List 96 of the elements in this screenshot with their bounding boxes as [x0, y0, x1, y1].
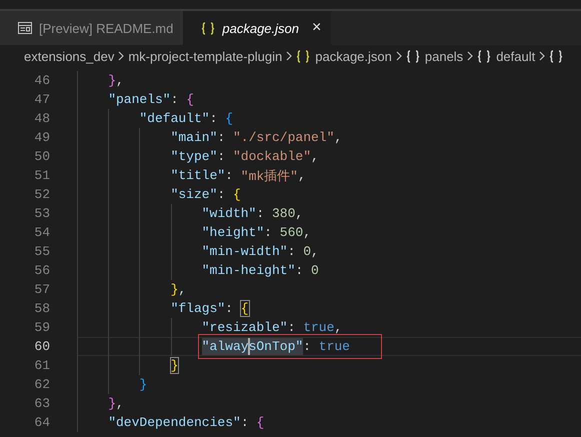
bracket: {: [232, 187, 241, 202]
code-token: true: [318, 339, 350, 354]
breadcrumb-item[interactable]: default: [496, 48, 536, 64]
code-token: "min-height": [202, 263, 296, 278]
line-number: 56: [33, 263, 50, 278]
line-number: 46: [33, 73, 50, 88]
code-token: :: [217, 149, 226, 164]
code-token: "main": [170, 130, 218, 145]
code-token: ,: [116, 396, 124, 411]
code-token: "devDependencies": [108, 415, 241, 430]
braces-icon: [549, 50, 564, 62]
code-token: "panels": [108, 92, 171, 107]
code-token: "default": [139, 111, 210, 126]
line-number: 47: [33, 92, 50, 107]
code-token: ,: [178, 282, 186, 297]
editor-tab[interactable]: [Preview] README.md: [0, 11, 184, 45]
breadcrumb-item[interactable]: panels: [424, 48, 464, 64]
bracket: }: [170, 358, 178, 373]
braces-icon: [477, 50, 492, 62]
line-number: 57: [33, 282, 50, 297]
code-token: "./src/panel": [232, 130, 334, 145]
line-number: 64: [33, 415, 50, 430]
code-token: :: [217, 187, 226, 202]
code-token: ,: [311, 149, 319, 164]
close-icon[interactable]: ×: [312, 19, 322, 37]
code-token: :: [170, 92, 180, 107]
code-token: 560: [280, 225, 304, 240]
line-number: 51: [33, 168, 50, 183]
bracket: }: [108, 73, 116, 88]
code-token: ,: [311, 244, 319, 259]
code-token: :: [225, 168, 234, 183]
code-token: ,: [295, 206, 304, 221]
bracket: {: [240, 301, 249, 316]
chevron-icon: [118, 51, 124, 61]
code-token: "width": [202, 206, 256, 221]
chevron-icon: [396, 51, 402, 61]
code-token: :: [217, 130, 226, 145]
bracket: {: [225, 111, 234, 126]
bracket: {: [256, 415, 264, 430]
line-number: 50: [33, 149, 50, 164]
line-number: 61: [33, 358, 50, 373]
code-token: :: [210, 111, 218, 126]
tab-label: [Preview] README.md: [39, 20, 174, 36]
code-token: :: [288, 244, 296, 259]
line-number: 49: [33, 130, 50, 145]
code-token: :: [295, 263, 304, 278]
braces-icon: [406, 50, 420, 62]
code-token: 0: [303, 244, 311, 259]
breadcrumb-item[interactable]: extensions_dev: [24, 48, 114, 64]
line-number: 63: [33, 396, 50, 411]
preview-icon: [18, 22, 32, 34]
line-number: 58: [33, 301, 50, 316]
code-token: "flags": [170, 301, 226, 316]
code-token: "min-width": [202, 244, 288, 259]
code-token: ,: [116, 73, 124, 88]
code-token: "type": [170, 149, 218, 164]
code-token: 0: [310, 263, 319, 278]
code-token: "title": [170, 168, 226, 183]
editor-tab[interactable]: package.json ×: [183, 11, 332, 45]
code-token: :: [288, 320, 296, 335]
code-token: :: [225, 301, 234, 316]
bracket: {: [186, 92, 194, 107]
chevron-icon: [286, 51, 292, 61]
code-token: :: [264, 225, 273, 240]
braces-icon: [296, 50, 310, 62]
bracket: }: [108, 396, 116, 411]
tab-label: package.json: [222, 20, 299, 36]
code-token: "height": [202, 225, 264, 240]
code-token: ,: [334, 130, 342, 145]
line-number: 55: [33, 244, 50, 259]
line-number: 60: [33, 339, 50, 354]
line-number: 59: [33, 320, 50, 335]
bracket: }: [170, 282, 178, 297]
breadcrumb-item[interactable]: package.json: [315, 48, 392, 64]
code-token: "mk插件": [240, 168, 298, 184]
code-token: ,: [334, 320, 342, 335]
code-token: true: [303, 320, 334, 335]
line-number: 62: [33, 377, 50, 392]
line-number: 53: [33, 206, 50, 221]
code-token: :: [256, 206, 266, 221]
code-token: :: [303, 339, 312, 354]
chevron-icon: [467, 51, 474, 61]
line-number: 48: [33, 111, 50, 126]
code-token: ,: [303, 225, 311, 240]
chevron-icon: [539, 51, 546, 61]
braces-icon: [201, 22, 216, 34]
bracket: }: [139, 377, 148, 392]
code-token: "size": [170, 187, 218, 202]
code-token: :: [240, 415, 250, 430]
code-token: 380: [272, 206, 296, 221]
breadcrumb-item[interactable]: mk-project-template-plugin: [128, 48, 282, 64]
line-number: 54: [33, 225, 50, 240]
code-token: "resizable": [202, 320, 288, 335]
line-number: 52: [33, 187, 50, 202]
code-token: "dockable": [232, 149, 311, 164]
code-token: ,: [298, 168, 306, 183]
